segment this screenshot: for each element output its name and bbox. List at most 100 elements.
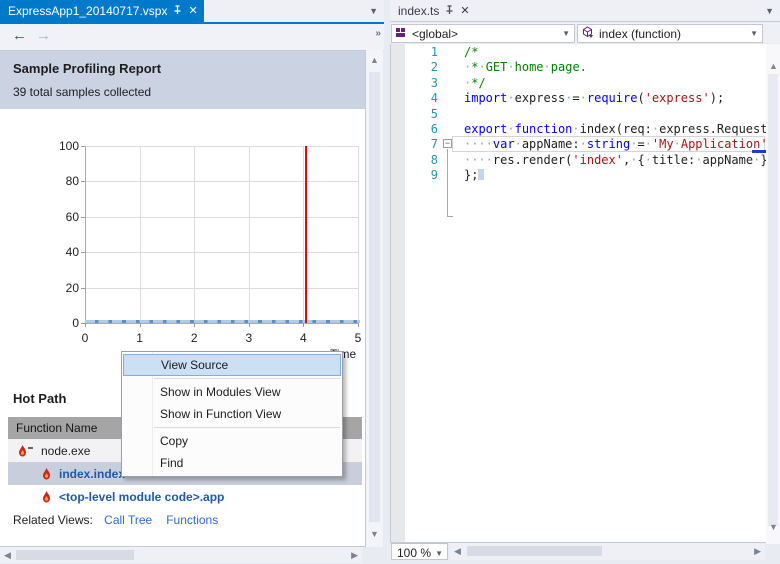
scroll-left-icon[interactable]: ◀ <box>454 547 461 556</box>
toolbar-overflow-icon[interactable]: ›› <box>375 28 381 39</box>
caret-indicator <box>752 150 766 153</box>
menu-item-copy[interactable]: Copy <box>122 430 342 452</box>
code-line-7: ····var·appName:·string·=·'My·Applicatio… <box>464 137 766 152</box>
chart-xtick-label: 3 <box>245 331 253 345</box>
forward-button[interactable]: → <box>36 27 51 44</box>
chart-xtick-label: 1 <box>136 331 143 345</box>
chart-xtick <box>139 323 141 327</box>
chart-gridline-y80 <box>85 181 358 183</box>
tab-vspx-report[interactable]: ExpressApp1_20140717.vspx ✕ <box>0 0 204 22</box>
chart-gridline-x2 <box>194 146 196 323</box>
tabstrip-divider <box>390 21 780 22</box>
chart-gridline-x5 <box>358 146 359 323</box>
left-horizontal-scrollbar[interactable]: ◀ ▶ <box>0 547 362 563</box>
scroll-up-icon[interactable]: ▲ <box>769 62 778 71</box>
chart-xtick-label: 0 <box>81 331 89 345</box>
chart-ytick-label: 20 <box>65 280 79 295</box>
indicator-margin[interactable] <box>391 44 405 542</box>
menu-item-show-in-modules-view[interactable]: Show in Modules View <box>122 381 342 403</box>
chevron-down-icon: ▼ <box>562 29 570 38</box>
scrollbar-thumb[interactable] <box>16 550 134 560</box>
zoom-value: 100 % <box>397 546 432 560</box>
chart-series-line <box>85 320 360 323</box>
menu-item-find[interactable]: Find <box>122 452 342 474</box>
hot-path-title: Hot Path <box>13 391 67 406</box>
hot-path-row-label: <top-level module code>.app <box>59 489 225 504</box>
cpu-usage-chart: 0 20 40 60 80 100 0 1 2 3 4 5 Time <box>0 113 365 363</box>
chart-xtick <box>248 323 250 327</box>
scope-dropdown[interactable]: <global> ▼ <box>391 24 575 43</box>
chart-gridline-y100 <box>85 146 358 147</box>
chevron-down-icon: ▼ <box>435 549 443 558</box>
chart-ytick-label: 60 <box>65 209 79 224</box>
code-line-1: /* <box>464 45 479 59</box>
code-line-8: ····res.render('index',·{·title:·appName… <box>464 152 766 167</box>
menu-item-show-in-function-view[interactable]: Show in Function View <box>122 403 342 425</box>
chart-xtick-label: 5 <box>354 331 362 345</box>
right-vertical-scrollbar[interactable]: ▲ ▼ <box>766 44 780 544</box>
scroll-right-icon[interactable]: ▶ <box>351 551 358 560</box>
close-icon[interactable]: ✕ <box>188 5 197 17</box>
tab-index-ts[interactable]: index.ts ✕ <box>390 0 476 22</box>
menu-item-view-source[interactable]: View Source <box>123 354 341 376</box>
left-vertical-scrollbar[interactable]: ▲ ▼ <box>366 50 383 547</box>
zoom-level-dropdown[interactable]: 100 % ▼ <box>391 543 448 560</box>
code-fold-collapse-icon[interactable]: − <box>443 139 452 148</box>
left-tabstrip: ExpressApp1_20140717.vspx ✕ ▼ <box>0 0 384 22</box>
scroll-up-icon[interactable]: ▲ <box>370 56 379 65</box>
hot-path-row[interactable]: <top-level module code>.app <box>8 485 362 508</box>
scrollbar-thumb[interactable] <box>768 74 778 526</box>
chart-gridline-x1 <box>139 146 141 323</box>
scope-value: <global> <box>412 26 459 41</box>
report-subtitle: 39 total samples collected <box>13 85 152 99</box>
code-line-2: ·*·GET·home·page. <box>464 60 587 75</box>
chart-xtick-label: 2 <box>190 331 198 345</box>
code-text[interactable]: /* ·*·GET·home·page. ·*/import·express·=·r… <box>464 45 766 184</box>
chart-current-time-marker[interactable] <box>305 146 308 323</box>
flame-icon <box>42 467 51 480</box>
chart-gridline-x0 <box>85 146 86 323</box>
right-tabstrip: index.ts ✕ ▼ <box>390 0 780 22</box>
tab-list-dropdown-icon[interactable]: ▼ <box>765 6 774 16</box>
chart-xtick <box>303 323 305 327</box>
scrollbar-thumb[interactable] <box>369 72 380 522</box>
hot-path-row-label: index.index <box>59 466 126 481</box>
code-editor[interactable]: 123456789 /* ·*·GET·home·page. ·*/import·e… <box>390 44 766 543</box>
fold-outline-line <box>447 149 448 216</box>
scroll-right-icon[interactable]: ▶ <box>754 547 761 556</box>
report-toolbar: ← → ›› <box>0 24 384 51</box>
chart-gridline-y20 <box>85 287 358 289</box>
chart-gridline-y0 <box>85 323 358 324</box>
scroll-down-icon[interactable]: ▼ <box>370 530 379 539</box>
chart-ytick-label: 40 <box>65 245 79 260</box>
code-line-6: export·function·index(req:·express.Reque… <box>464 122 766 137</box>
flame-icon <box>42 490 51 503</box>
scrollbar-thumb[interactable] <box>467 546 602 556</box>
related-views-label: Related Views: <box>13 513 93 527</box>
chart-ytick-label: 100 <box>58 139 79 153</box>
related-view-link-call-tree[interactable]: Call Tree <box>104 513 152 527</box>
chart-gridline-y40 <box>85 252 358 254</box>
tab-list-dropdown-icon[interactable]: ▼ <box>369 6 378 16</box>
code-line-4: import·express·=·require('express'); <box>464 91 725 106</box>
chart-gridline-y60 <box>85 216 358 218</box>
member-value: index (function) <box>599 26 682 41</box>
related-view-link-functions[interactable]: Functions <box>166 513 218 527</box>
end-of-buffer-mark <box>478 169 485 181</box>
report-header-band: Sample Profiling Report 39 total samples… <box>0 51 365 109</box>
chart-ytick-label: 0 <box>72 316 79 330</box>
pin-icon[interactable] <box>173 4 182 18</box>
member-dropdown[interactable]: index (function) ▼ <box>577 24 763 43</box>
line-numbers: 123456789 <box>430 45 438 183</box>
related-views: Related Views: Call Tree Functions <box>13 513 232 527</box>
close-icon[interactable]: ✕ <box>460 5 469 17</box>
right-horizontal-scrollbar[interactable]: ◀ ▶ <box>450 543 765 560</box>
scroll-left-icon[interactable]: ◀ <box>4 551 11 560</box>
scroll-down-icon[interactable]: ▼ <box>769 523 778 532</box>
tab-title: index.ts <box>398 4 440 18</box>
report-title: Sample Profiling Report <box>13 61 162 76</box>
pin-icon[interactable] <box>445 4 454 18</box>
chart-xtick <box>358 323 359 327</box>
back-button[interactable]: ← <box>12 27 27 44</box>
namespace-icon <box>396 27 407 41</box>
